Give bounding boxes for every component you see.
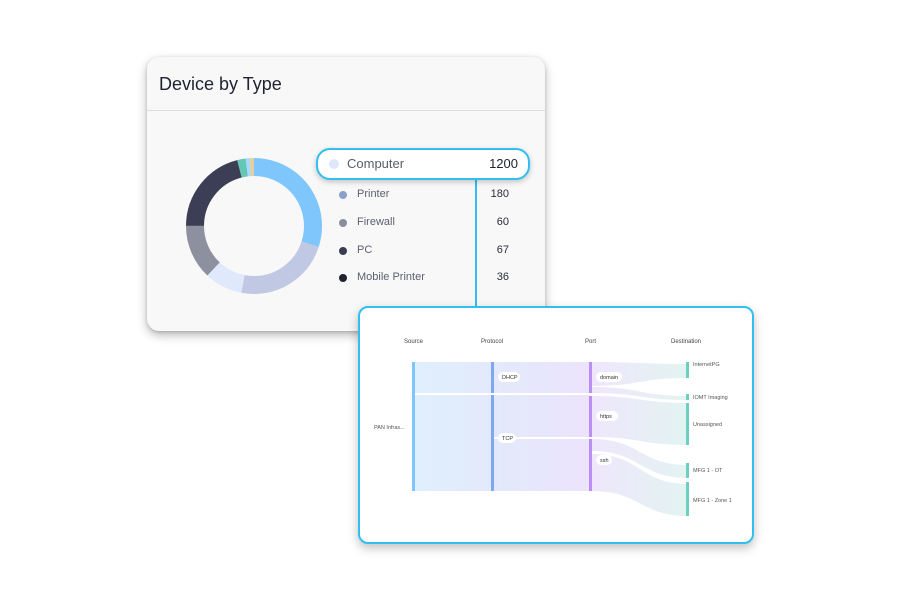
legend-dot: [339, 274, 347, 282]
flow-source-dhcp: [415, 362, 492, 393]
node-port-https[interactable]: [589, 396, 592, 437]
node-label-source: PAN Infras...: [374, 425, 405, 431]
node-dest-iomt-imaging[interactable]: [686, 394, 689, 400]
legend-dot: [339, 191, 347, 199]
legend-value: 180: [490, 188, 509, 200]
legend-label: Computer: [347, 156, 405, 171]
node-label-mfg-ot: MFG 1 - OT: [693, 468, 723, 474]
node-source-pan[interactable]: [412, 362, 415, 491]
node-label-internetpg: InternetPG: [693, 362, 720, 368]
column-header-source: Source: [404, 339, 424, 345]
node-label-unassigned: Unassigned: [693, 422, 722, 428]
legend-item-printer[interactable]: Printer 180: [339, 185, 519, 205]
legend-value: 36: [496, 271, 509, 283]
legend-label: PC: [357, 244, 373, 256]
legend-value: 1200: [489, 156, 518, 171]
node-label-tcp: TCP: [502, 436, 513, 442]
flow-tcp-ssh: [494, 439, 590, 491]
legend-label: Printer: [357, 188, 390, 200]
node-label-https: https: [600, 414, 612, 420]
legend-value: 60: [496, 216, 509, 228]
node-label-dhcp: DHCP: [502, 375, 518, 381]
node-dest-internetpg[interactable]: [686, 362, 689, 378]
legend-item-firewall[interactable]: Firewall 60: [339, 213, 519, 233]
legend-dot: [329, 159, 339, 169]
column-header-protocol: Protocol: [481, 339, 503, 345]
node-port-ssh[interactable]: [589, 439, 592, 491]
legend-dot: [339, 247, 347, 255]
node-protocol-tcp[interactable]: [491, 395, 494, 491]
legend-dot: [339, 219, 347, 227]
node-label-mfg-zone1: MFG 1 - Zone 1: [693, 498, 732, 504]
highlight-connector-line: [475, 178, 477, 307]
node-port-domain[interactable]: [589, 362, 592, 393]
traffic-sankey-card: Source Protocol Port Destination PAN Inf…: [358, 306, 754, 544]
legend-label: Mobile Printer: [357, 271, 425, 283]
card-header: Device by Type: [147, 57, 545, 111]
node-protocol-dhcp[interactable]: [491, 362, 494, 393]
column-header-destination: Destination: [671, 339, 701, 345]
legend-item-mobile-printer[interactable]: Mobile Printer 36: [339, 268, 519, 288]
legend-item-pc[interactable]: PC 67: [339, 241, 519, 261]
legend-item-computer-highlighted[interactable]: Computer 1200: [316, 148, 530, 180]
node-label-domain: domain: [600, 375, 618, 381]
node-dest-unassigned[interactable]: [686, 403, 689, 445]
node-label-ssh: ssh: [600, 458, 609, 464]
device-by-type-card: Device by Type Printer 180 Firewall 60 P…: [147, 57, 545, 331]
node-label-iomt-imaging: IOMT Imaging: [693, 395, 728, 401]
column-header-port: Port: [585, 339, 596, 345]
flow-source-tcp: [415, 395, 492, 491]
flow-tcp-https: [494, 395, 590, 437]
legend-label: Firewall: [357, 216, 395, 228]
traffic-sankey-diagram: Source Protocol Port Destination PAN Inf…: [374, 339, 732, 516]
device-type-donut-chart: [186, 158, 322, 294]
node-dest-mfg-zone1[interactable]: [686, 482, 689, 516]
node-dest-mfg-ot[interactable]: [686, 463, 689, 478]
legend-value: 67: [496, 244, 509, 256]
card-title: Device by Type: [159, 74, 282, 94]
